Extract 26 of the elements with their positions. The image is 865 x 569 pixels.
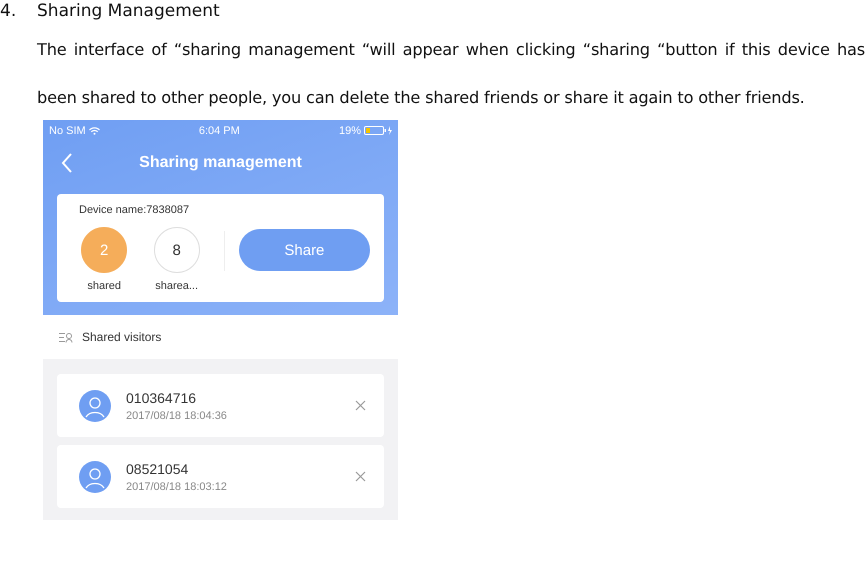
visitor-time: 2017/08/18 18:04:36	[126, 410, 228, 422]
wifi-icon	[88, 126, 100, 134]
section-number: 4.	[0, 1, 18, 21]
battery-percent: 19%	[338, 124, 361, 136]
carrier-label: No SIM	[49, 124, 86, 136]
count-circle[interactable]: 2	[81, 227, 128, 273]
close-icon[interactable]	[355, 471, 366, 482]
count-label: shared	[87, 280, 122, 292]
screen-title: Sharing management	[139, 154, 302, 172]
visitor-time: 2017/08/18 18:03:12	[126, 480, 228, 492]
count-label: sharea...	[155, 280, 198, 292]
avatar-icon	[79, 390, 111, 422]
device-name: Device name:7838087	[79, 204, 190, 216]
battery-icon	[364, 126, 392, 135]
visitor-id: 010364716	[126, 390, 198, 406]
count-circle[interactable]: 8	[154, 227, 200, 273]
section-heading: Sharing Management	[37, 1, 220, 21]
list-heading: Shared visitors	[82, 330, 162, 344]
paragraph: The interface of “sharing management “will appear when clicking “sharing “button if this device has been shared to other people, you can delete the shared friends or share it again to other friends.	[37, 39, 865, 109]
status-time: 6:04 PM	[198, 124, 240, 136]
back-icon[interactable]	[61, 153, 73, 173]
visitor-id: 08521054	[126, 460, 190, 476]
avatar-icon	[79, 460, 111, 492]
share-button[interactable]: Share	[238, 229, 370, 271]
list-person-icon	[59, 332, 73, 342]
close-icon[interactable]	[355, 400, 366, 411]
